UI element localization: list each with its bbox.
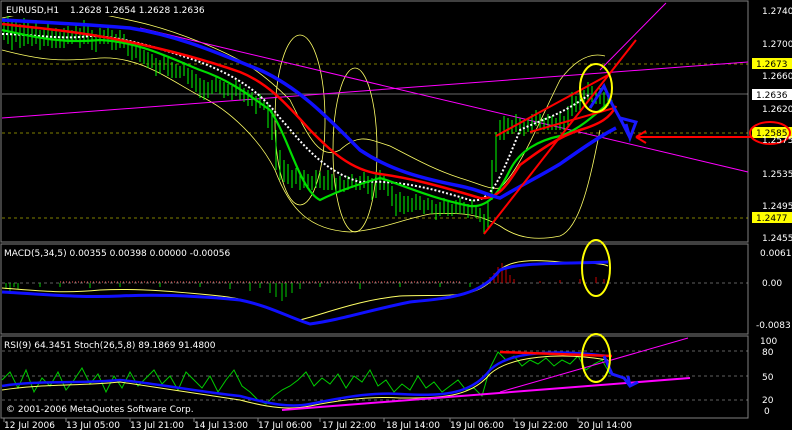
osc-label: 100 [760, 337, 777, 347]
copyright-text: © 2001-2006 MetaQuotes Software Corp. [6, 405, 194, 415]
time-label: 18 Jul 14:00 [386, 421, 440, 430]
macd-title: MACD(5,34,5) 0.00355 0.00398 0.00000 -0.… [4, 249, 230, 259]
time-label: 13 Jul 21:00 [130, 421, 184, 430]
macd-signal-line [1, 260, 609, 321]
price-label: 1.2535 [762, 170, 792, 180]
price-label-highlight: 1.2477 [756, 214, 788, 224]
osc-trendline-thin [499, 337, 689, 393]
price-label-highlight: 1.2673 [756, 60, 788, 70]
time-label: 13 Jul 05:00 [66, 421, 120, 430]
price-label: 1.2700 [762, 40, 792, 50]
price-label: 1.2620 [762, 105, 792, 115]
macd-label: -0.0083 [756, 321, 791, 331]
current-price-label: 1.2636 [756, 91, 788, 101]
time-label: 14 Jul 13:00 [194, 421, 248, 430]
osc-label: 20 [762, 396, 774, 406]
macd-label: 0.00617 [760, 249, 792, 259]
time-label: 20 Jul 14:00 [578, 421, 632, 430]
price-label: 1.2455 [762, 234, 792, 244]
osc-title: RSI(9) 64.3451 Stoch(26,5,8) 89.1869 91.… [4, 341, 216, 351]
macd-main-line [1, 260, 609, 326]
time-label: 17 Jul 06:00 [258, 421, 312, 430]
price-axis: 1.2740 1.2700 1.2673 1.2660 1.2636 1.262… [749, 7, 792, 244]
time-label: 19 Jul 22:00 [514, 421, 568, 430]
time-label: 12 Jul 2006 [4, 421, 55, 430]
blue-ma [1, 18, 617, 200]
osc-label: 0 [764, 407, 770, 417]
time-axis: 12 Jul 2006 13 Jul 05:00 13 Jul 21:00 14… [3, 418, 632, 430]
price-label: 1.2575 [762, 136, 792, 146]
osc-panel: RSI(9) 64.3451 Stoch(26,5,8) 89.1869 91.… [1, 333, 777, 417]
macd-label: 0.00 [762, 279, 782, 289]
price-label: 1.2740 [762, 7, 792, 17]
price-label: 1.2495 [762, 202, 792, 212]
symbol-title: EURUSD,H1 [6, 6, 59, 16]
macd-histogram-red [489, 263, 605, 283]
price-label: 1.2660 [762, 72, 792, 82]
ohlc-values: 1.2628 1.2654 1.2628 1.2636 [70, 6, 205, 16]
chart-window[interactable]: { "main": { "symbol_tf": "EURUSD,H1", "o… [0, 0, 792, 430]
osc-label: 80 [762, 348, 774, 358]
red-annotations [483, 39, 756, 235]
chart-canvas[interactable]: 1.2740 1.2700 1.2673 1.2660 1.2636 1.262… [0, 0, 792, 430]
yellow-circle-macd [581, 239, 611, 297]
time-label: 17 Jul 22:00 [322, 421, 376, 430]
macd-panel: MACD(5,34,5) 0.00355 0.00398 0.00000 -0.… [1, 239, 792, 331]
rsi-line [1, 351, 611, 405]
time-label: 19 Jul 06:00 [450, 421, 504, 430]
osc-label: 50 [762, 373, 774, 383]
